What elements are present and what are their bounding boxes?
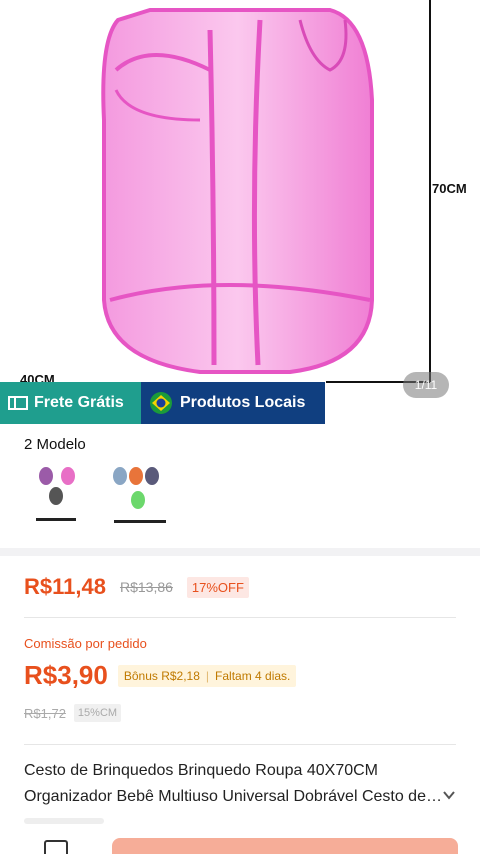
store-icon[interactable] <box>44 840 68 854</box>
divider <box>24 744 456 745</box>
local-products-label: Produtos Locais <box>180 394 306 411</box>
model-option-2[interactable] <box>108 462 168 530</box>
free-shipping-badge: Frete Grátis <box>0 382 141 424</box>
image-counter: 1/11 <box>403 372 449 398</box>
commission-percent: 15%CM <box>73 704 122 722</box>
local-products-badge: Produtos Locais <box>141 382 325 424</box>
models-title: 2 Modelo <box>24 436 86 453</box>
height-dimension-label: 70CM <box>432 181 467 196</box>
discount-badge: 17%OFF <box>186 576 249 598</box>
product-image-gallery[interactable]: 70CM 40CM 1/11 <box>0 0 480 430</box>
bonus-tag: Bônus R$2,18 | Faltam 4 dias. <box>117 664 297 687</box>
shipping-badges: Frete Grátis Produtos Locais <box>0 382 325 424</box>
buy-button[interactable] <box>112 838 458 854</box>
section-divider <box>0 548 480 556</box>
brazil-flag-icon <box>150 392 172 414</box>
original-price: R$13,86 <box>119 579 173 595</box>
product-title[interactable]: Cesto de Brinquedos Brinquedo Roupa 40X7… <box>24 758 444 810</box>
truncated-info-row <box>24 818 104 824</box>
commission-row: R$3,90 Bônus R$2,18 | Faltam 4 dias. <box>24 660 297 691</box>
divider <box>24 617 456 618</box>
bonus-separator: | <box>205 668 210 683</box>
chevron-down-icon[interactable] <box>442 788 456 802</box>
ticket-icon <box>8 396 28 410</box>
model-option-1[interactable] <box>32 462 92 530</box>
current-price: R$11,48 <box>24 574 106 599</box>
commission-old-value: R$1,72 <box>24 705 66 721</box>
laundry-basket-image <box>101 0 431 383</box>
commission-old-row: R$1,72 15%CM <box>24 704 122 722</box>
bonus-remaining: Faltam 4 dias. <box>215 668 291 683</box>
price-row: R$11,48 R$13,86 17%OFF <box>24 574 249 600</box>
bonus-amount: Bônus R$2,18 <box>123 668 200 683</box>
commission-value: R$3,90 <box>24 660 108 690</box>
free-shipping-label: Frete Grátis <box>34 394 124 411</box>
commission-label: Comissão por pedido <box>24 636 147 651</box>
